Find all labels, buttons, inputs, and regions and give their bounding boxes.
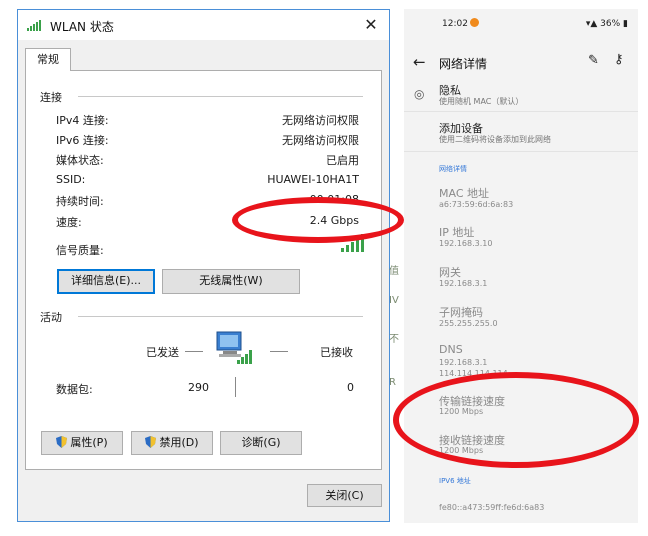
sent-packets-value: 290 xyxy=(188,381,209,394)
title-bar: WLAN 状态 ✕ xyxy=(18,10,389,40)
close-icon[interactable]: ✕ xyxy=(360,14,382,36)
notification-icon xyxy=(470,18,479,27)
properties-button[interactable]: 属性(P) xyxy=(41,431,123,455)
dialog-title: WLAN 状态 xyxy=(50,20,114,34)
key-icon[interactable]: ⚷ xyxy=(614,52,624,67)
shield-icon xyxy=(145,436,157,448)
ipv6-value: 无网络访问权限 xyxy=(282,134,359,147)
signal-icon: ▾▲ xyxy=(585,19,598,29)
properties-label: 属性(P) xyxy=(70,436,108,449)
tab-general[interactable]: 常规 xyxy=(25,48,71,71)
connection-heading: 连接 xyxy=(40,91,62,104)
battery-icon: ▮ xyxy=(623,19,628,29)
android-network-details: 12:02 ▾▲ 36% ▮ ← 网络详情 ✎ ⚷ ◎ 隐私 使用随机 MAC（… xyxy=(404,9,638,523)
duration-label: 持续时间: xyxy=(56,195,104,208)
diagnose-button[interactable]: 诊断(G) xyxy=(220,431,302,455)
signal-strength-icon xyxy=(341,234,364,252)
app-bar: ← 网络详情 ✎ ⚷ xyxy=(404,47,638,81)
gateway-value: 192.168.3.1 xyxy=(439,279,488,288)
status-time: 12:02 xyxy=(442,19,468,29)
ipv4-label: IPv4 连接: xyxy=(56,114,109,127)
status-bar: 12:02 ▾▲ 36% ▮ xyxy=(404,9,638,41)
disable-label: 禁用(D) xyxy=(159,436,199,449)
packets-label: 数据包: xyxy=(56,383,93,396)
sent-label: 已发送 xyxy=(146,346,179,359)
privacy-eye-icon: ◎ xyxy=(414,87,425,101)
rx-speed-value: 1200 Mbps xyxy=(439,446,484,455)
ip-value: 192.168.3.10 xyxy=(439,239,493,248)
disable-button[interactable]: 禁用(D) xyxy=(131,431,213,455)
ipv6-section: IPV6 地址 xyxy=(439,477,471,485)
media-state-value: 已启用 xyxy=(326,154,359,167)
divider xyxy=(78,96,363,97)
edit-pencil-icon[interactable]: ✎ xyxy=(588,53,599,68)
speed-value: 2.4 Gbps xyxy=(309,214,359,227)
close-button[interactable]: 关闭(C) xyxy=(307,484,382,507)
ipv6-label: IPv6 连接: xyxy=(56,134,109,147)
ipv4-value: 无网络访问权限 xyxy=(282,114,359,127)
wireless-properties-button[interactable]: 无线属性(W) xyxy=(162,269,300,294)
subnet-value: 255.255.255.0 xyxy=(439,319,498,328)
privacy-subtitle: 使用随机 MAC（默认） xyxy=(439,97,524,106)
background-glyph: 值 xyxy=(389,266,399,277)
signal-quality-label: 信号质量: xyxy=(56,244,104,257)
background-glyph: 不 xyxy=(389,334,399,345)
tx-speed-value: 1200 Mbps xyxy=(439,407,484,416)
divider xyxy=(78,316,363,317)
ssid-label: SSID: xyxy=(56,173,86,186)
shield-icon xyxy=(56,436,68,448)
divider xyxy=(235,377,236,397)
dash xyxy=(185,351,203,352)
details-button[interactable]: 详细信息(E)... xyxy=(57,269,155,294)
wifi-signal-icon xyxy=(27,20,41,31)
ipv6-value: fe80::a473:59ff:fe6d:6a83 xyxy=(439,503,545,512)
back-arrow-icon[interactable]: ← xyxy=(413,53,426,71)
wlan-status-dialog: WLAN 状态 ✕ 常规 连接 IPv4 连接: 无网络访问权限 IPv6 连接… xyxy=(17,9,390,522)
divider xyxy=(404,151,638,152)
add-device-subtitle: 使用二维码将设备添加到此网络 xyxy=(439,135,551,144)
page-title: 网络详情 xyxy=(439,57,488,71)
general-panel: 连接 IPv4 连接: 无网络访问权限 IPv6 连接: 无网络访问权限 媒体状… xyxy=(25,70,382,470)
background-glyph: IV xyxy=(389,295,399,306)
duration-value: 00:01:08 xyxy=(309,193,359,206)
battery-percent: 36% xyxy=(600,19,621,29)
mac-value: a6:73:59:6d:6a:83 xyxy=(439,200,514,209)
received-packets-value: 0 xyxy=(347,381,354,394)
network-computer-icon xyxy=(216,331,252,364)
status-icons: ▾▲ 36% ▮ xyxy=(586,19,628,29)
speed-label: 速度: xyxy=(56,216,82,229)
received-label: 已接收 xyxy=(320,346,353,359)
ssid-value: HUAWEI-10HA1T xyxy=(267,173,359,186)
divider xyxy=(404,111,638,112)
background-glyph: R xyxy=(389,377,396,388)
network-details-section: 网络详情 xyxy=(439,165,467,173)
dash xyxy=(270,351,288,352)
media-state-label: 媒体状态: xyxy=(56,154,104,167)
dns-label: DNS xyxy=(439,343,463,356)
dns-value: 192.168.3.1 114.114.114.114 xyxy=(439,358,508,378)
activity-heading: 活动 xyxy=(40,311,62,324)
